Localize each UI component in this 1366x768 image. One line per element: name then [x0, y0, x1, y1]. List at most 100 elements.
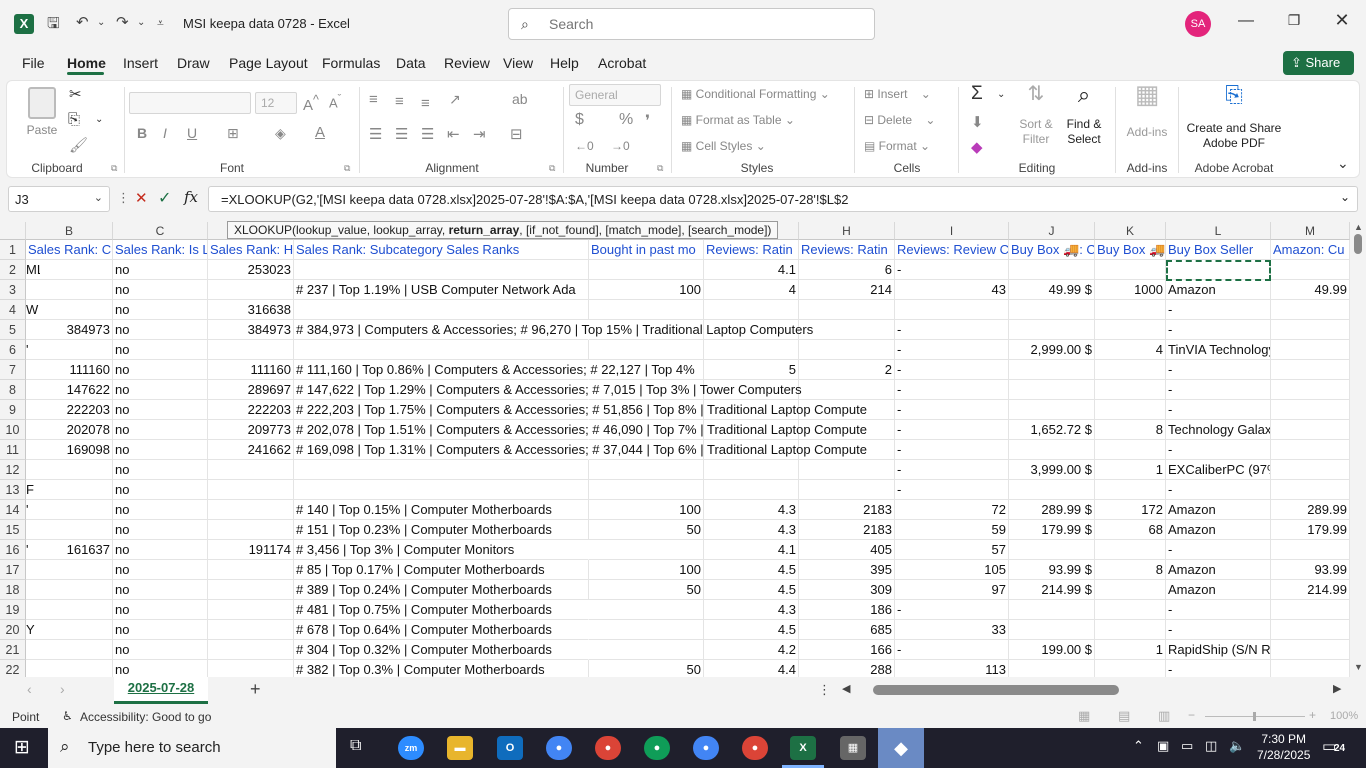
cell-c10[interactable]: no [113, 420, 208, 440]
scroll-up-icon[interactable]: ▲ [1354, 222, 1363, 232]
tab-home[interactable]: Home [67, 55, 106, 71]
cell-l7[interactable]: - [1166, 360, 1271, 380]
clipboard-launcher-icon[interactable]: ⧉ [111, 163, 117, 174]
add-ins-button[interactable]: ▦ Add-ins [1121, 81, 1173, 140]
comma-style-icon[interactable]: ❜ [645, 111, 650, 131]
name-box-dropdown-icon[interactable]: ⌄ [94, 191, 103, 204]
cell-e8[interactable]: # 147,622 | Top 1.29% | Computers & Acce… [294, 380, 802, 400]
format-cells-button[interactable]: ▤ Format ⌄ [864, 139, 930, 153]
cell-c3[interactable]: no [113, 280, 208, 300]
cell-b18[interactable] [26, 580, 113, 600]
chrome-profile-icon[interactable]: ● [595, 736, 621, 760]
column-header-i[interactable]: I [895, 222, 1009, 240]
cell-l3[interactable]: Amazon [1166, 280, 1271, 300]
cell-k21[interactable]: 1 [1095, 640, 1166, 660]
cell-g22[interactable]: 4.4 [704, 660, 799, 677]
cell-d19[interactable] [208, 600, 294, 620]
tab-insert[interactable]: Insert [123, 55, 158, 71]
cell-h15[interactable]: 2183 [799, 520, 895, 540]
borders-icon[interactable]: ⊞ [227, 125, 239, 142]
chrome-profile-4-icon[interactable]: ● [742, 736, 768, 760]
fill-icon[interactable]: ⬇ [971, 113, 984, 131]
cell-k4[interactable] [1095, 300, 1166, 320]
cell-c2[interactable]: no [113, 260, 208, 280]
cell-d10[interactable]: 209773 [208, 420, 294, 440]
conditional-formatting-button[interactable]: ▦ Conditional Formatting ⌄ [681, 87, 830, 101]
task-view-icon[interactable]: ⧉ [350, 737, 361, 755]
cell-e18[interactable]: # 389 | Top 0.24% | Computer Motherboard… [294, 580, 589, 600]
cell-j10[interactable]: 1,652.72 $ [1009, 420, 1095, 440]
row-header[interactable]: 12 [0, 460, 26, 480]
row-header[interactable]: 6 [0, 340, 26, 360]
cell-h17[interactable]: 395 [799, 560, 895, 580]
tab-formulas[interactable]: Formulas [322, 55, 380, 71]
decrease-indent-icon[interactable]: ⇤ [447, 125, 460, 143]
cell-m1[interactable]: Amazon: Cu [1271, 240, 1350, 260]
enter-icon[interactable]: ✓ [158, 188, 171, 208]
row-header[interactable]: 17 [0, 560, 26, 580]
column-header-b[interactable]: B [26, 222, 113, 240]
cell-l15[interactable]: Amazon [1166, 520, 1271, 540]
format-painter-icon[interactable]: 🖌 [69, 136, 88, 154]
row-header[interactable]: 16 [0, 540, 26, 560]
cell-h14[interactable]: 2183 [799, 500, 895, 520]
cell-i11[interactable]: - [895, 440, 1009, 460]
cell-i20[interactable]: 33 [895, 620, 1009, 640]
cell-f18[interactable]: 50 [589, 580, 704, 600]
cell-f16[interactable] [589, 540, 704, 560]
volume-icon[interactable]: 🔈 [1229, 738, 1245, 754]
cell-k9[interactable] [1095, 400, 1166, 420]
cell-h19[interactable]: 186 [799, 600, 895, 620]
normal-view-icon[interactable]: ▦ [1078, 708, 1090, 724]
redo-icon[interactable]: ↷ [116, 13, 129, 31]
row-header[interactable]: 5 [0, 320, 26, 340]
tray-app-icon[interactable]: ▣ [1157, 738, 1169, 754]
cell-k14[interactable]: 172 [1095, 500, 1166, 520]
cell-j7[interactable] [1009, 360, 1095, 380]
search-input[interactable] [549, 16, 849, 32]
expand-formula-icon[interactable]: ⌄ [1340, 190, 1350, 204]
cell-b15[interactable] [26, 520, 113, 540]
cell-d11[interactable]: 241662 [208, 440, 294, 460]
column-header-c[interactable]: C [113, 222, 208, 240]
cell-f4[interactable] [589, 300, 704, 320]
cell-l22[interactable]: - [1166, 660, 1271, 677]
system-clock[interactable]: 7:30 PM 7/28/2025 [1257, 731, 1310, 763]
row-header[interactable]: 10 [0, 420, 26, 440]
cell-m13[interactable] [1271, 480, 1350, 500]
row-header[interactable]: 21 [0, 640, 26, 660]
cell-f1[interactable]: Bought in past mo [589, 240, 704, 260]
prev-sheet-icon[interactable]: ‹ [27, 681, 32, 697]
cell-m2[interactable] [1271, 260, 1350, 280]
cell-e2[interactable] [294, 260, 589, 280]
cell-k22[interactable] [1095, 660, 1166, 677]
number-format-combo[interactable]: General [569, 84, 661, 106]
cell-g13[interactable] [704, 480, 799, 500]
font-launcher-icon[interactable]: ⧉ [344, 163, 350, 174]
cell-m10[interactable] [1271, 420, 1350, 440]
cell-g7[interactable]: 5 [704, 360, 799, 380]
row-header[interactable]: 11 [0, 440, 26, 460]
cell-h6[interactable] [799, 340, 895, 360]
cell-j13[interactable] [1009, 480, 1095, 500]
scroll-right-icon[interactable]: ▶ [1333, 682, 1341, 695]
pinned-app-icon[interactable]: ◆ [888, 736, 914, 760]
sheet-tab-active[interactable]: 2025-07-28 [114, 677, 208, 704]
insert-cells-button[interactable]: ⊞ Insert ⌄ [864, 87, 931, 101]
insert-function-icon[interactable]: fx [184, 188, 198, 206]
cell-h3[interactable]: 214 [799, 280, 895, 300]
copy-dropdown-icon[interactable]: ⌄ [95, 114, 103, 125]
cell-k10[interactable]: 8 [1095, 420, 1166, 440]
cell-i13[interactable]: - [895, 480, 1009, 500]
cell-i5[interactable]: - [895, 320, 1009, 340]
cell-i1[interactable]: Reviews: Review C [895, 240, 1009, 260]
cell-d1[interactable]: Sales Rank: Hi [208, 240, 294, 260]
cell-e19[interactable]: # 481 | Top 0.75% | Computer Motherboard… [294, 600, 589, 620]
row-header[interactable]: 20 [0, 620, 26, 640]
tab-page-layout[interactable]: Page Layout [229, 55, 308, 71]
tab-view[interactable]: View [503, 55, 533, 71]
cell-c9[interactable]: no [113, 400, 208, 420]
page-break-view-icon[interactable]: ▥ [1158, 708, 1170, 724]
cell-e10[interactable]: # 202,078 | Top 1.51% | Computers & Acce… [294, 420, 867, 440]
cell-k17[interactable]: 8 [1095, 560, 1166, 580]
